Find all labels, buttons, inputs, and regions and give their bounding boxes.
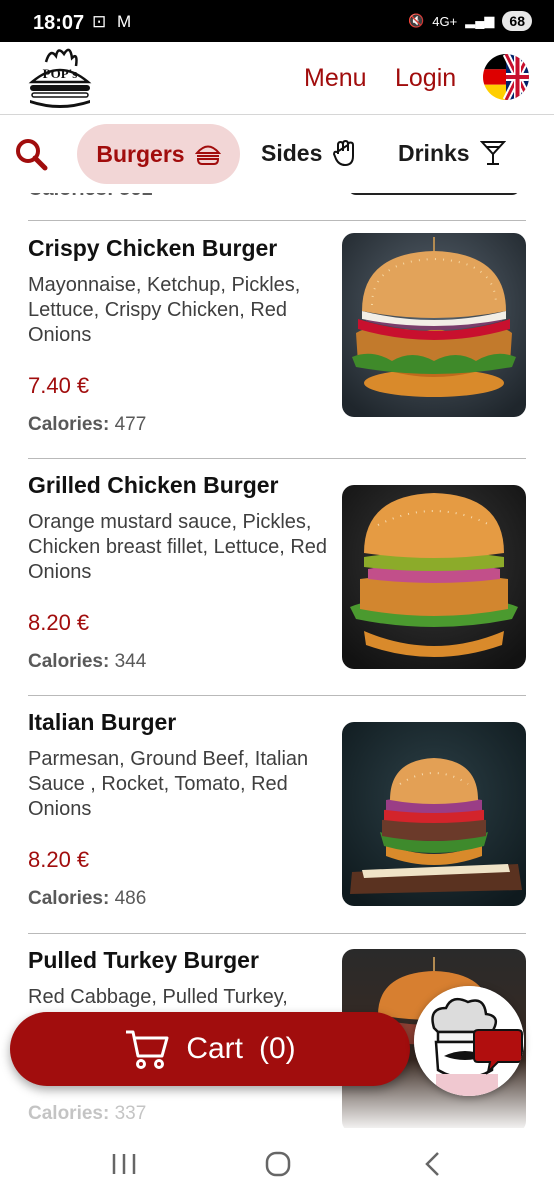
mute-icon: 🔇 [408, 13, 425, 28]
home-icon[interactable] [258, 1148, 298, 1180]
calories-value: 486 [114, 888, 147, 909]
item-title: Crispy Chicken Burger [28, 235, 278, 261]
notification-icons: ⊡ M [92, 12, 135, 31]
calories-value: 337 [114, 1103, 147, 1124]
item-title: Pulled Turkey Burger [28, 947, 259, 973]
item-calories: Calories: 344 [28, 651, 146, 673]
item-price: 8.20 € [28, 610, 90, 635]
item-image[interactable] [342, 722, 526, 906]
hand-icon [333, 139, 355, 167]
item-title: Italian Burger [28, 709, 177, 735]
item-description: Parmesan, Ground Beef, Italian Sauce , R… [28, 748, 309, 820]
status-right: 🔇 4G+ ▂▄▆ 68 [408, 11, 532, 31]
item-calories: Calories: 486 [28, 888, 146, 910]
calories-label: Calories: [28, 651, 110, 672]
item-description: Mayonnaise, Ketchup, Pickles, Lettuce, C… [28, 274, 301, 346]
item-description: Red Cabbage, Pulled Turkey, [28, 986, 288, 1008]
calories-value: 477 [114, 414, 147, 435]
cocktail-glass-icon [479, 141, 506, 165]
menu-item-italian-burger[interactable]: Italian Burger Parmesan, Ground Beef, It… [0, 695, 554, 932]
menu-item-crispy-chicken-burger[interactable]: Crispy Chicken Burger Mayonnaise, Ketchu… [0, 221, 554, 458]
item-price: 7.40 € [28, 373, 90, 398]
item-calories: Calories: 477 [28, 414, 146, 436]
network-label: 4G+ [432, 13, 458, 29]
recent-apps-icon[interactable] [104, 1148, 144, 1180]
tab-burgers-label: Burgers [96, 140, 185, 167]
login-link[interactable]: Login [395, 64, 456, 93]
cart-button[interactable]: Cart (0) [10, 1012, 410, 1086]
item-image[interactable] [342, 233, 526, 417]
calories-label: Calories: [28, 414, 110, 435]
status-bar: 18:07 ⊡ M 🔇 4G+ ▂▄▆ 68 [0, 0, 554, 42]
chef-chat-icon[interactable] [414, 986, 524, 1096]
calories-label: Calories: [28, 888, 110, 909]
svg-text:POP's: POP's [43, 66, 78, 81]
item-image[interactable] [342, 485, 526, 669]
system-nav-bar [0, 1128, 554, 1200]
menu-link[interactable]: Menu [304, 64, 367, 93]
app-header: POP's Menu Login [0, 42, 554, 115]
cart-icon [126, 1030, 169, 1069]
search-icon[interactable] [14, 137, 48, 171]
item-price: 8.20 € [28, 847, 90, 872]
calories-value: 344 [114, 651, 147, 672]
item-description: Orange mustard sauce, Pickles, Chicken b… [28, 511, 328, 583]
status-time: 18:07 [33, 12, 85, 34]
menu-item-grilled-chicken-burger[interactable]: Grilled Chicken Burger Orange mustard sa… [0, 458, 554, 695]
battery-level: 68 [502, 11, 532, 31]
german-english-flag-icon[interactable] [483, 54, 529, 100]
cart-count: (0) [259, 1032, 296, 1065]
back-icon[interactable] [414, 1148, 454, 1180]
tab-burgers[interactable]: Burgers [77, 124, 240, 184]
category-bar: Burgers Sides Drinks [0, 115, 554, 193]
burger-icon [194, 145, 221, 165]
signal-icon: ▂▄▆ [465, 13, 495, 28]
cart-label: Cart [186, 1032, 243, 1065]
tab-sides[interactable]: Sides [261, 139, 358, 167]
tab-drinks-label: Drinks [398, 139, 470, 166]
tab-drinks[interactable]: Drinks [398, 139, 506, 167]
pops-logo[interactable]: POP's [24, 44, 96, 112]
item-title: Grilled Chicken Burger [28, 472, 279, 498]
previous-item-calories: Calories: 361 [28, 193, 153, 201]
item-calories: Calories: 337 [28, 1103, 146, 1125]
calories-label: Calories: [28, 1103, 110, 1124]
tab-sides-label: Sides [261, 139, 323, 166]
previous-item-image-edge [348, 193, 520, 195]
